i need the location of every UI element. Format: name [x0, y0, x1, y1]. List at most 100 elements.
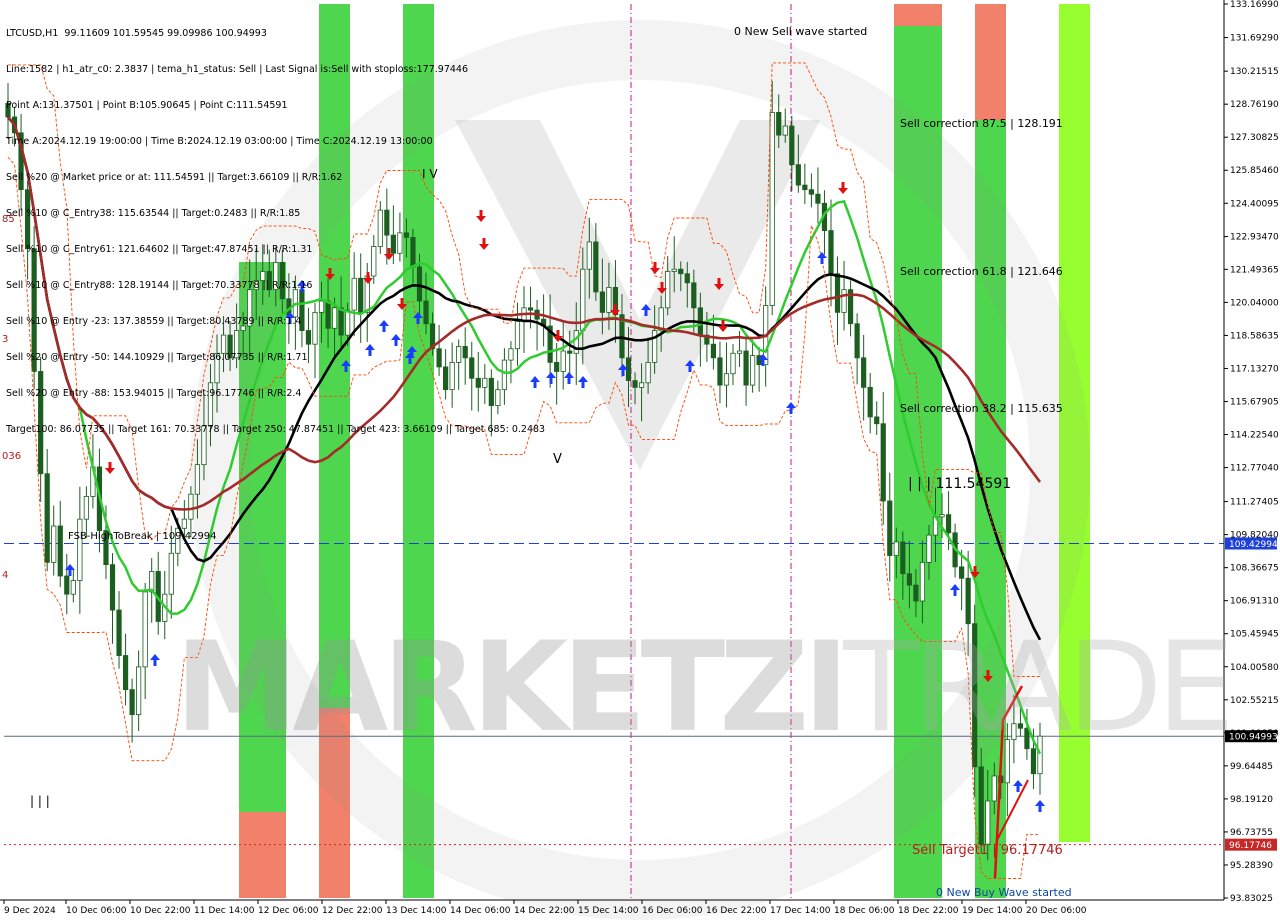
candle-body	[828, 230, 834, 275]
candle-body	[606, 286, 612, 313]
candle-body	[750, 355, 756, 386]
price-tick-label: 117.13270	[1230, 364, 1279, 374]
price-tick-label: 122.93470	[1230, 233, 1279, 243]
candle-body	[723, 373, 730, 386]
price-tick-label: 95.28390	[1230, 861, 1273, 871]
price-tag-label: 96.17746	[1229, 841, 1272, 851]
sell-target-label: Sell Target1 | 96.17746	[912, 843, 1063, 858]
candle-body	[789, 125, 795, 166]
time-tick-label: 17 Dec 14:00	[770, 906, 831, 916]
left-edge-label: 036	[2, 451, 22, 462]
candle-body	[913, 584, 919, 602]
candle-body	[136, 666, 142, 716]
sell-correction-875-label: Sell correction 87.5 | 128.191	[900, 117, 1063, 130]
info-line: Sell %20 @ Entry -50: 144.10929 || Targe…	[6, 352, 308, 363]
candle-body	[985, 800, 991, 845]
candle-body	[554, 361, 560, 372]
candle-body	[691, 282, 697, 309]
candle-body	[593, 241, 599, 293]
candle-body	[142, 591, 148, 668]
info-panel: LTCUSD,H1 99.11609 101.59545 99.09986 10…	[6, 4, 545, 448]
left-edge-label: 3	[2, 334, 9, 345]
time-tick-label: 13 Dec 14:00	[386, 906, 447, 916]
candle-body	[919, 561, 926, 602]
candle-body	[887, 500, 893, 556]
signal-zone	[975, 4, 1006, 120]
price-tick-label: 98.19120	[1230, 795, 1273, 805]
candle-body	[867, 386, 873, 418]
price-tick-label: 96.73755	[1230, 828, 1273, 838]
candle-body	[717, 357, 723, 386]
info-line: Sell %20 @ Market price or at: 111.54591…	[6, 172, 343, 183]
symbol-header: LTCUSD,H1 99.11609 101.59545 99.09986 10…	[6, 28, 267, 39]
wave-iii-mark: | | |	[30, 794, 50, 808]
candle-body	[645, 361, 651, 384]
sell-correction-382-label: Sell correction 38.2 | 115.635	[900, 402, 1063, 415]
candle-body	[861, 357, 867, 388]
candle-body	[710, 343, 717, 359]
candle-body	[51, 525, 57, 563]
time-tick-label: 12 Dec 06:00	[258, 906, 319, 916]
info-line: Time A:2024.12.19 19:00:00 | Time B:2024…	[6, 136, 433, 147]
candle-body	[736, 350, 743, 354]
left-edge-label: 4	[2, 570, 9, 581]
new-buy-wave-label: 0 New Buy Wave started	[936, 886, 1072, 899]
candle-body	[109, 564, 116, 611]
candle-body	[168, 552, 174, 595]
price-tag-label: 100.94993	[1229, 733, 1278, 743]
candle-body	[802, 184, 808, 191]
candle-body	[44, 473, 50, 563]
candle-body	[678, 268, 684, 275]
candle-body	[991, 775, 997, 802]
candle-body	[567, 350, 573, 354]
price-tick-label: 131.69290	[1230, 34, 1279, 44]
candle-body	[815, 193, 821, 204]
time-tick-label: 16 Dec 22:00	[706, 906, 767, 916]
candle-body	[743, 350, 749, 386]
price-tick-label: 120.04000	[1230, 298, 1279, 308]
left-edge-label: 85	[2, 214, 15, 225]
candle-body	[945, 514, 952, 534]
point-c-level-label: | | | 111.54591	[908, 476, 1012, 492]
candle-body	[854, 323, 860, 359]
candle-body	[57, 525, 63, 577]
candle-body	[64, 575, 70, 595]
candle-body	[599, 291, 605, 313]
time-tick-label: 18 Dec 22:00	[898, 906, 959, 916]
price-tick-label: 128.76190	[1230, 100, 1279, 110]
time-tick-label: 9 Dec 2024	[4, 906, 56, 916]
candle-body	[834, 273, 841, 313]
candle-body	[116, 609, 122, 656]
fsb-high-to-break-label: FSB-HighToBreak | 109.42994	[68, 531, 217, 542]
signal-zone	[239, 812, 286, 898]
candle-body	[632, 380, 638, 388]
candle-body	[939, 514, 945, 518]
candle-body	[893, 541, 899, 556]
price-tick-label: 115.67905	[1230, 397, 1279, 407]
wave-v-mark: V	[553, 452, 562, 467]
candle-body	[671, 268, 677, 272]
price-tick-label: 130.21515	[1230, 67, 1279, 77]
price-tick-label: 102.55215	[1230, 696, 1279, 706]
candle-body	[83, 496, 89, 520]
price-tick-label: 104.00580	[1230, 663, 1279, 673]
signal-zone	[894, 4, 942, 26]
candle-body	[560, 350, 566, 372]
candle-body	[638, 382, 645, 388]
candle-body	[77, 518, 83, 581]
candle-body	[795, 164, 801, 186]
candle-body	[769, 111, 775, 306]
watermark-logo: MARKETZITRADE	[175, 616, 1235, 760]
info-line: Target100: 86.07735 || Target 161: 70.33…	[6, 424, 546, 435]
candle-body	[129, 689, 135, 716]
time-tick-label: 14 Dec 06:00	[450, 906, 511, 916]
candle-body	[665, 271, 671, 309]
candle-body	[730, 352, 736, 375]
candle-body	[194, 464, 201, 495]
candle-body	[122, 655, 129, 691]
candle-body	[959, 566, 965, 579]
candle-body	[181, 518, 187, 529]
price-tick-label: 111.27405	[1230, 498, 1279, 508]
price-tick-label: 133.16990	[1230, 0, 1279, 10]
price-tick-label: 127.30825	[1230, 133, 1279, 143]
